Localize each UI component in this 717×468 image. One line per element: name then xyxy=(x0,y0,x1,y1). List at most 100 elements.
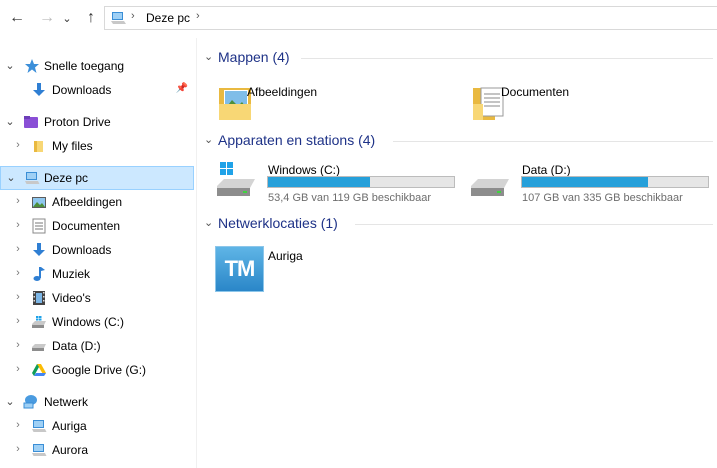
sidebar-item-label: Windows (C:) xyxy=(52,315,125,329)
chevron-down-icon: ⌄ xyxy=(62,12,72,25)
tile-label: Afbeeldingen xyxy=(247,85,318,99)
sidebar-item-google-drive[interactable]: › Google Drive (G:) xyxy=(0,358,194,382)
chevron-right-icon[interactable]: › xyxy=(13,243,23,255)
up-button[interactable]: ↑ xyxy=(80,8,102,28)
group-title: Netwerklocaties (1) xyxy=(218,215,338,231)
computer-icon xyxy=(111,12,126,24)
chevron-right-icon[interactable]: › xyxy=(13,315,23,327)
folder-tile-afbeeldingen[interactable]: Afbeeldingen xyxy=(197,78,437,130)
group-header-mappen[interactable]: ⌄ Mappen (4) xyxy=(197,48,717,70)
address-bar[interactable]: › Deze pc › xyxy=(104,6,717,30)
network-computer-icon xyxy=(32,420,47,432)
sidebar-item-documenten[interactable]: › Documenten xyxy=(0,214,194,238)
sidebar-item-downloads[interactable]: › Downloads xyxy=(0,238,194,262)
download-icon xyxy=(33,243,45,256)
chevron-down-icon[interactable]: ⌄ xyxy=(204,216,213,229)
group-header-apparaten[interactable]: ⌄ Apparaten en stations (4) xyxy=(197,131,717,153)
folder-tile-documenten[interactable]: Documenten xyxy=(451,78,691,130)
pictures-icon xyxy=(32,197,46,208)
sidebar-item-my-files[interactable]: › My files xyxy=(0,134,194,158)
pin-icon[interactable]: 📌 xyxy=(176,83,188,94)
chevron-right-icon[interactable]: › xyxy=(13,291,23,303)
tile-label: Auriga xyxy=(268,249,303,263)
recent-locations-button[interactable]: ⌄ xyxy=(60,8,74,28)
chevron-right-icon[interactable]: › xyxy=(13,363,23,375)
drive-free-space: 53,4 GB van 119 GB beschikbaar xyxy=(268,192,432,204)
drive-free-space: 107 GB van 335 GB beschikbaar xyxy=(522,192,683,204)
chevron-right-icon[interactable]: › xyxy=(13,339,23,351)
chevron-right-icon[interactable]: › xyxy=(13,443,23,455)
sidebar-item-auriga[interactable]: › Auriga xyxy=(0,414,194,438)
up-arrow-icon: ↑ xyxy=(87,9,95,26)
drive-tile-data-d[interactable]: Data (D:) 107 GB van 335 GB beschikbaar xyxy=(451,156,709,208)
chevron-down-icon[interactable]: ⌄ xyxy=(204,50,213,63)
drive-usage-bar xyxy=(267,176,455,188)
drive-icon xyxy=(32,344,46,351)
music-icon xyxy=(33,267,45,281)
sidebar-item-label: Aurora xyxy=(52,443,89,457)
network-computer-icon xyxy=(32,444,47,456)
sidebar-item-muziek[interactable]: › Muziek xyxy=(0,262,194,286)
sidebar-item-videos[interactable]: › Video's xyxy=(0,286,194,310)
sidebar-item-label: Google Drive (G:) xyxy=(52,363,147,377)
chevron-down-icon[interactable]: ⌄ xyxy=(6,171,16,184)
drive-usage-fill xyxy=(522,177,649,187)
breadcrumb-separator[interactable]: › xyxy=(131,10,135,22)
network-tile-auriga[interactable]: TM Auriga xyxy=(197,242,437,294)
sidebar-item-label: Proton Drive xyxy=(44,115,111,129)
sidebar-item-windows-c[interactable]: › Windows (C:) xyxy=(0,310,194,334)
chevron-down-icon[interactable]: ⌄ xyxy=(204,133,213,146)
drive-icon xyxy=(471,179,509,196)
chevron-down-icon[interactable]: ⌄ xyxy=(5,59,15,72)
google-drive-icon xyxy=(32,364,46,376)
group-divider xyxy=(393,141,713,142)
network-share-icon: TM xyxy=(215,246,264,292)
breadcrumb-deze-pc[interactable]: Deze pc xyxy=(146,11,190,25)
network-icon xyxy=(23,395,37,409)
chevron-right-icon[interactable]: › xyxy=(13,419,23,431)
group-divider xyxy=(301,58,713,59)
drive-usage-bar xyxy=(521,176,709,188)
drive-tile-windows-c[interactable]: Windows (C:) 53,4 GB van 119 GB beschikb… xyxy=(197,156,455,208)
tile-label: Data (D:) xyxy=(522,163,571,177)
drive-usage-fill xyxy=(268,177,371,187)
tile-label: Documenten xyxy=(501,85,570,99)
sidebar-item-netwerk[interactable]: ⌄ Netwerk xyxy=(0,390,194,414)
forward-button[interactable]: → xyxy=(36,8,58,28)
breadcrumb-separator[interactable]: › xyxy=(196,10,200,22)
sidebar-item-label: Documenten xyxy=(52,219,121,233)
group-header-netwerklocaties[interactable]: ⌄ Netwerklocaties (1) xyxy=(197,214,717,236)
sidebar-item-deze-pc[interactable]: ⌄ Deze pc xyxy=(0,166,194,190)
chevron-right-icon[interactable]: › xyxy=(13,195,23,207)
chevron-right-icon[interactable]: › xyxy=(13,267,23,279)
sidebar-item-data-d[interactable]: › Data (D:) xyxy=(0,334,194,358)
sidebar-item-label: Auriga xyxy=(52,419,87,433)
tile-label: Windows (C:) xyxy=(268,163,341,177)
sidebar-item-aurora[interactable]: › Aurora xyxy=(0,438,194,462)
sidebar-item-label: Snelle toegang xyxy=(44,59,125,73)
back-button[interactable]: ← xyxy=(6,8,28,28)
chevron-down-icon[interactable]: ⌄ xyxy=(5,395,15,408)
windows-drive-icon xyxy=(32,316,46,328)
sidebar-item-proton-drive[interactable]: ⌄ Proton Drive xyxy=(0,110,194,134)
download-icon xyxy=(33,83,45,96)
sidebar-item-label: Deze pc xyxy=(44,171,89,185)
sidebar-item-downloads-quick[interactable]: Downloads 📌 xyxy=(0,78,194,102)
folder-icon xyxy=(34,141,43,152)
sidebar-item-label: Afbeeldingen xyxy=(52,195,123,209)
sidebar-item-snelle-toegang[interactable]: ⌄ Snelle toegang xyxy=(0,54,194,78)
group-title: Mappen (4) xyxy=(218,49,290,65)
sidebar-item-afbeeldingen[interactable]: › Afbeeldingen xyxy=(0,190,194,214)
sidebar-item-label: Data (D:) xyxy=(52,339,101,353)
sidebar-item-label: My files xyxy=(52,139,93,153)
computer-icon xyxy=(25,172,40,184)
sidebar-item-label: Downloads xyxy=(52,83,112,97)
network-share-icon-text: TM xyxy=(224,256,256,281)
sidebar-item-label: Downloads xyxy=(52,243,112,257)
group-divider xyxy=(355,224,713,225)
chevron-right-icon[interactable]: › xyxy=(13,219,23,231)
chevron-down-icon[interactable]: ⌄ xyxy=(5,115,15,128)
chevron-right-icon[interactable]: › xyxy=(13,139,23,151)
sidebar-item-label: Muziek xyxy=(52,267,91,281)
back-arrow-icon: ← xyxy=(9,9,25,26)
